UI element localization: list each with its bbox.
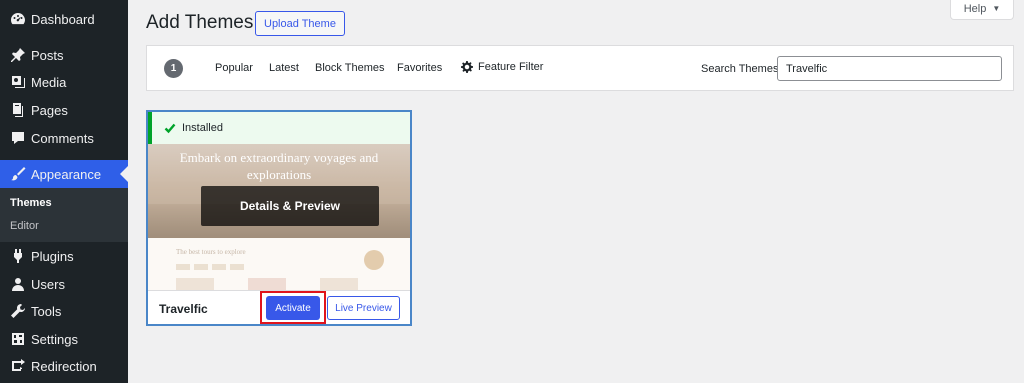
menu-item-posts[interactable]: Posts (0, 42, 128, 68)
pin-icon (8, 45, 28, 65)
details-preview-label: Details & Preview (239, 199, 341, 213)
wrench-icon (8, 301, 28, 321)
installed-label: Installed (182, 122, 223, 134)
theme-card[interactable]: Installed Embark on extraordinary voyage… (146, 110, 412, 326)
menu-item-appearance[interactable]: Appearance (0, 160, 128, 188)
menu-label: Pages (31, 102, 68, 118)
menu-label: Posts (31, 47, 64, 63)
users-icon (8, 274, 28, 294)
theme-filter-bar: 1 Popular Latest Block Themes Favorites … (146, 45, 1014, 91)
menu-item-settings[interactable]: Settings (0, 326, 128, 352)
page-title: Add Themes (146, 12, 254, 33)
menu-item-dashboard[interactable]: Dashboard (0, 6, 128, 32)
pages-icon (8, 100, 28, 120)
live-preview-button[interactable]: Live Preview (327, 296, 400, 320)
tab-favorites[interactable]: Favorites (397, 62, 442, 74)
menu-label: Media (31, 74, 67, 90)
details-preview-button[interactable]: Details & Preview (201, 186, 379, 226)
theme-screenshot[interactable]: Embark on extraordinary voyages and expl… (148, 144, 410, 290)
dashboard-icon (8, 9, 28, 29)
admin-sidebar: Dashboard Posts Media Pages Comments App… (0, 0, 128, 383)
menu-label: Settings (31, 331, 78, 347)
menu-item-users[interactable]: Users (0, 271, 128, 297)
search-themes-label: Search Themes (701, 63, 779, 75)
help-label: Help (963, 2, 987, 15)
menu-label: Plugins (31, 248, 74, 264)
tab-block-themes[interactable]: Block Themes (315, 62, 385, 74)
brush-icon (8, 164, 28, 184)
theme-name: Travelfic (159, 302, 208, 316)
comments-icon (8, 128, 28, 148)
upload-theme-button[interactable]: Upload Theme (255, 11, 345, 36)
tab-popular[interactable]: Popular (215, 62, 253, 74)
theme-card-footer: Travelfic Activate Live Preview (148, 290, 410, 324)
menu-item-comments[interactable]: Comments (0, 125, 128, 151)
menu-label: Comments (31, 130, 94, 146)
menu-item-media[interactable]: Media (0, 69, 128, 95)
menu-item-pages[interactable]: Pages (0, 97, 128, 123)
help-button[interactable]: Help ▼ (950, 0, 1014, 20)
gear-icon (461, 61, 473, 73)
menu-item-plugins[interactable]: Plugins (0, 243, 128, 269)
menu-item-redirection[interactable]: Redirection (0, 353, 128, 379)
submenu-item-themes[interactable]: Themes (10, 197, 52, 209)
menu-label: Users (31, 276, 65, 292)
feature-filter-label: Feature Filter (478, 61, 544, 73)
settings-icon (8, 329, 28, 349)
menu-label: Tools (31, 303, 62, 319)
menu-item-tools[interactable]: Tools (0, 298, 128, 324)
theme-count-badge: 1 (164, 59, 183, 78)
caret-down-icon: ▼ (992, 4, 1001, 13)
submenu-item-editor[interactable]: Editor (10, 220, 39, 232)
activate-label: Activate (275, 302, 311, 314)
tab-latest[interactable]: Latest (269, 62, 299, 74)
installed-notice: Installed (148, 112, 410, 144)
menu-label: Dashboard (31, 11, 95, 27)
menu-label: Appearance (31, 166, 102, 182)
live-preview-label: Live Preview (335, 302, 392, 314)
menu-label: Redirection (31, 358, 97, 374)
search-themes-input[interactable] (777, 56, 1002, 81)
plugin-icon (8, 246, 28, 266)
appearance-submenu: Themes Editor (0, 188, 128, 242)
redirect-icon (8, 356, 28, 376)
upload-theme-label: Upload Theme (264, 17, 336, 30)
activate-button[interactable]: Activate (266, 296, 320, 320)
media-icon (8, 72, 28, 92)
feature-filter-button[interactable]: Feature Filter (461, 61, 543, 73)
checkmark-icon (164, 123, 176, 134)
